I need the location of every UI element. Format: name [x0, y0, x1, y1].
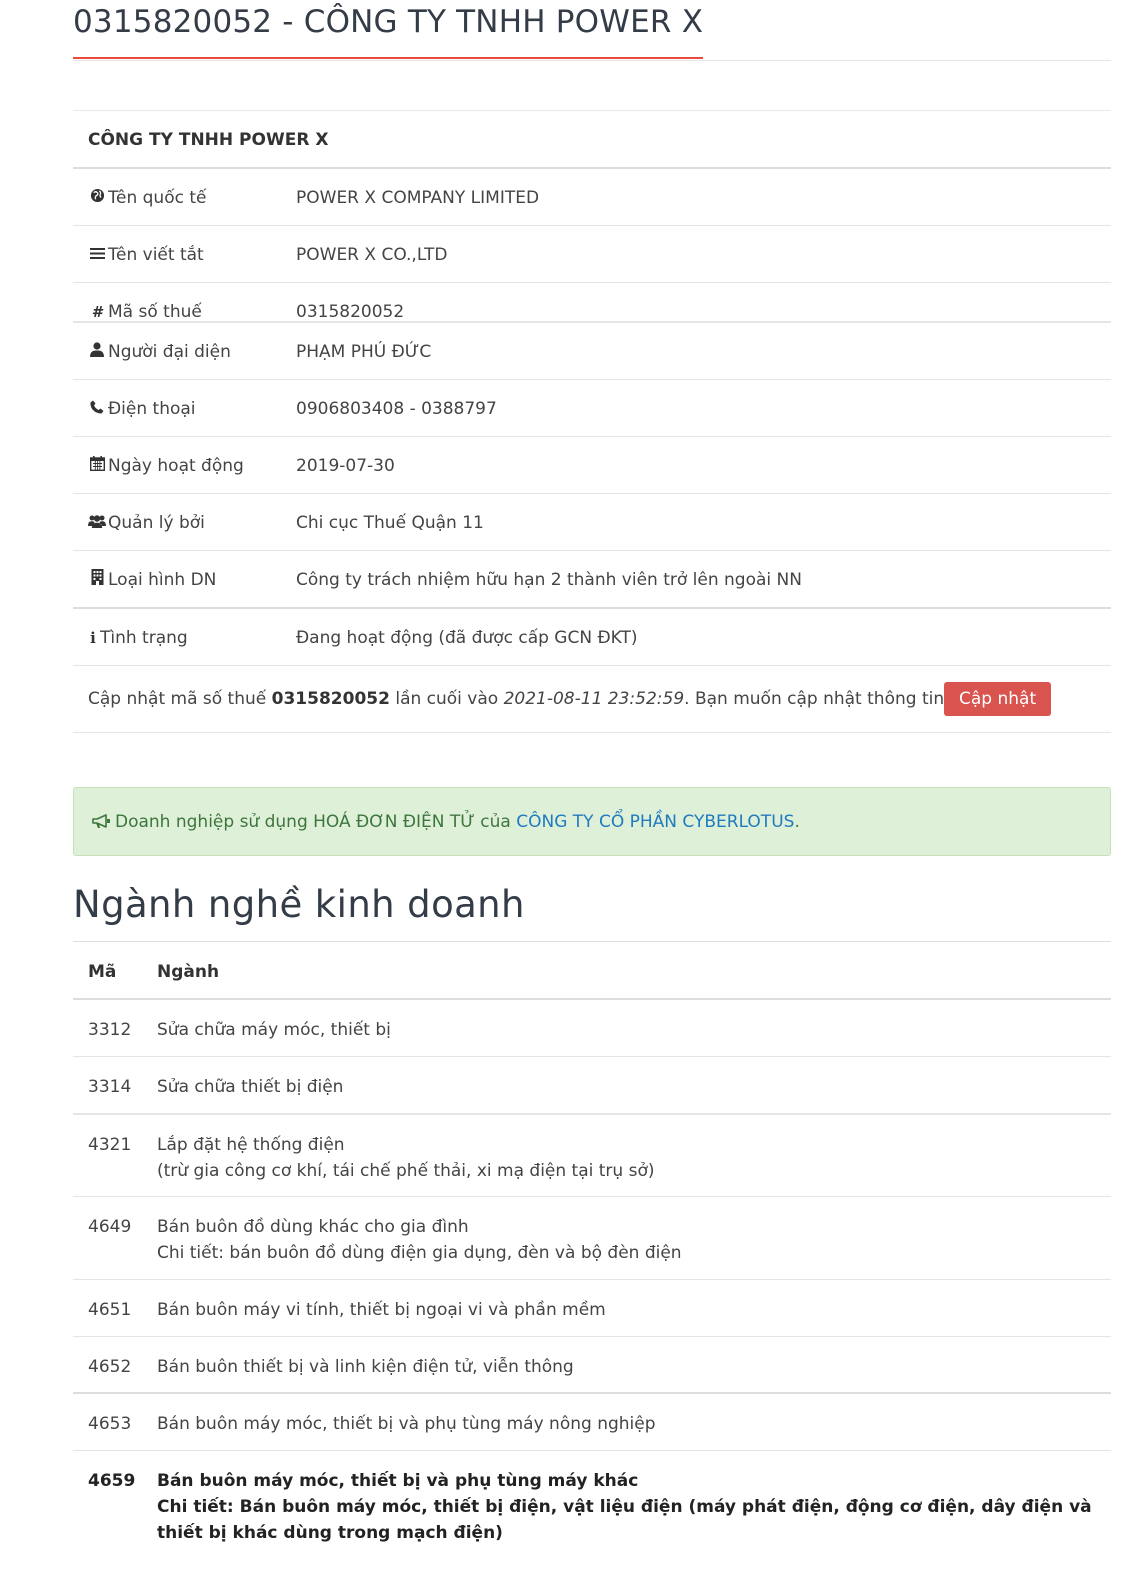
- alert-text: Doanh nghiệp sử dụng HOÁ ĐƠN ĐIỆN TỬ của: [115, 812, 517, 832]
- calendar-icon: [88, 437, 106, 495]
- business-code: 4652: [88, 1357, 132, 1377]
- info-label: Loại hình DN: [108, 570, 217, 590]
- business-name: Bán buôn máy vi tính, thiết bị ngoại vi …: [157, 1300, 606, 1320]
- cyberlotus-link[interactable]: CÔNG TY CỔ PHẦN CYBERLOTUS: [516, 812, 794, 832]
- business-code: 4651: [88, 1300, 132, 1320]
- info-row-phone: Điện thoại 0906803408 - 0388797: [73, 380, 1111, 437]
- info-row-short-name: Tên viết tắt POWER X CO.,LTD: [73, 226, 1111, 283]
- megaphone-icon: [92, 790, 111, 858]
- users-icon: [88, 494, 106, 552]
- business-code: 4653: [88, 1414, 132, 1434]
- list-icon: [88, 226, 106, 284]
- business-lines-table: Mã Ngành 3312 Sửa chữa máy móc, thiết bị…: [73, 941, 1111, 1561]
- business-code: 3312: [88, 1020, 132, 1040]
- business-name: Sửa chữa thiết bị điện: [157, 1077, 344, 1097]
- business-name: Lắp đặt hệ thống điện: [157, 1135, 345, 1155]
- info-value: Đang hoạt động (đã được cấp GCN ĐKT): [296, 628, 638, 648]
- main-content: 0315820052 - CÔNG TY TNHH POWER X CÔNG T…: [73, 0, 1111, 1543]
- company-info-table: CÔNG TY TNHH POWER X Tên quốc tế POWER X…: [73, 110, 1111, 733]
- update-timestamp: 2021-08-11 23:52:59: [503, 689, 685, 709]
- info-row-status: i Tình trạng Đang hoạt động (đã được cấp …: [73, 609, 1111, 666]
- info-label: Người đại diện: [108, 342, 231, 362]
- table-header: Mã Ngành: [73, 942, 1111, 1000]
- info-row-managed-by: Quản lý bởi Chi cục Thuế Quận 11: [73, 494, 1111, 551]
- business-code: 4659: [88, 1471, 136, 1491]
- info-value: Chi cục Thuế Quận 11: [296, 513, 484, 533]
- info-label: Ngày hoạt động: [108, 456, 244, 476]
- business-name: Sửa chữa máy móc, thiết bị: [157, 1020, 391, 1040]
- info-value: 0315820052: [296, 302, 405, 322]
- table-row: 4321 Lắp đặt hệ thống điện (trừ gia công …: [73, 1114, 1111, 1197]
- business-code: 3314: [88, 1077, 132, 1097]
- user-icon: [88, 323, 106, 381]
- info-row-start-date: Ngày hoạt động 2019-07-30: [73, 437, 1111, 494]
- company-name-heading: CÔNG TY TNHH POWER X: [73, 111, 1111, 169]
- info-value: POWER X CO.,LTD: [296, 245, 448, 265]
- info-value: 0906803408 - 0388797: [296, 399, 497, 419]
- page-title: 0315820052 - CÔNG TY TNHH POWER X: [73, 0, 704, 59]
- table-row: 4653 Bán buôn máy móc, thiết bị và phụ t…: [73, 1394, 1111, 1451]
- globe-icon: [88, 169, 106, 227]
- info-row-international-name: Tên quốc tế POWER X COMPANY LIMITED: [73, 169, 1111, 226]
- business-section-title: Ngành nghề kinh doanh: [73, 883, 525, 926]
- update-tax-code: 0315820052: [271, 689, 390, 709]
- update-row: Cập nhật mã số thuế 0315820052 lần cuối …: [73, 666, 1111, 733]
- business-code: 4649: [88, 1217, 132, 1237]
- info-label: Tên viết tắt: [108, 245, 204, 265]
- table-row: 4649 Bán buôn đồ dùng khác cho gia đình C…: [73, 1197, 1111, 1280]
- info-row-representative: Người đại diện PHẠM PHÚ ĐỨC: [73, 322, 1111, 380]
- info-label: Điện thoại: [108, 399, 196, 419]
- business-detail: (trừ gia công cơ khí, tái chế phế thải, …: [157, 1161, 655, 1181]
- column-header-code: Mã: [88, 962, 117, 982]
- table-row: 4652 Bán buôn thiết bị và linh kiện điện…: [73, 1337, 1111, 1394]
- info-label: Tình trạng: [100, 628, 188, 648]
- info-value: POWER X COMPANY LIMITED: [296, 188, 540, 208]
- page-header: 0315820052 - CÔNG TY TNHH POWER X: [73, 0, 1111, 61]
- info-row-business-type: Loại hình DN Công ty trách nhiệm hữu hạn…: [73, 551, 1111, 609]
- business-detail: Chi tiết: Bán buôn máy móc, thiết bị điệ…: [157, 1497, 1092, 1543]
- table-row-main-business: 4659 Bán buôn máy móc, thiết bị và phụ t…: [73, 1451, 1111, 1561]
- update-button[interactable]: Cập nhật: [944, 682, 1052, 716]
- table-row: 3312 Sửa chữa máy móc, thiết bị: [73, 1000, 1111, 1057]
- update-text: Cập nhật mã số thuế 0315820052 lần cuối …: [88, 689, 1035, 709]
- phone-icon: [88, 380, 106, 438]
- e-invoice-alert: Doanh nghiệp sử dụng HOÁ ĐƠN ĐIỆN TỬ của…: [73, 787, 1111, 856]
- info-row-tax-code: # Mã số thuế 0315820052: [73, 283, 1111, 322]
- business-name: Bán buôn thiết bị và linh kiện điện tử, …: [157, 1357, 574, 1377]
- info-value: 2019-07-30: [296, 456, 395, 476]
- info-label: Quản lý bởi: [108, 513, 205, 533]
- column-header-name: Ngành: [157, 962, 220, 982]
- table-row: 4651 Bán buôn máy vi tính, thiết bị ngoạ…: [73, 1280, 1111, 1337]
- info-label: Mã số thuế: [108, 302, 202, 322]
- business-name: Bán buôn máy móc, thiết bị và phụ tùng m…: [157, 1471, 639, 1491]
- business-name: Bán buôn đồ dùng khác cho gia đình: [157, 1217, 469, 1237]
- business-name: Bán buôn máy móc, thiết bị và phụ tùng m…: [157, 1414, 656, 1434]
- info-value: Công ty trách nhiệm hữu hạn 2 thành viên…: [296, 570, 802, 590]
- business-code: 4321: [88, 1135, 132, 1155]
- info-value: PHẠM PHÚ ĐỨC: [296, 342, 432, 362]
- business-detail: Chi tiết: bán buôn đồ dùng điện gia dụng…: [157, 1243, 682, 1263]
- info-icon: i: [90, 629, 96, 647]
- hash-icon: #: [91, 303, 103, 321]
- info-label: Tên quốc tế: [108, 188, 207, 208]
- table-row: 3314 Sửa chữa thiết bị điện: [73, 1057, 1111, 1114]
- building-icon: [88, 551, 106, 609]
